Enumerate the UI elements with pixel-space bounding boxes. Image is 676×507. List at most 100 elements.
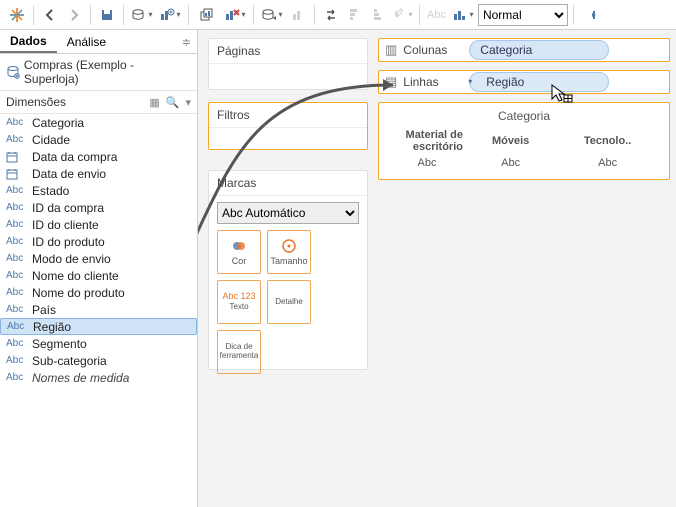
- duplicate-sheet-icon[interactable]: [194, 4, 220, 26]
- sort-asc-icon[interactable]: [344, 4, 366, 26]
- autoupdate-icon[interactable]: ▾: [259, 4, 285, 26]
- abc-icon: Abc: [6, 270, 26, 281]
- rows-pill-regiao[interactable]: ▾Região: [469, 72, 609, 92]
- abc-icon: Abc: [6, 253, 26, 264]
- abc-icon: Abc: [6, 304, 26, 315]
- abc-icon: Abc: [6, 117, 26, 128]
- field-nome-do-cliente[interactable]: Abc Nome do cliente: [0, 267, 197, 284]
- abc-icon: Abc: [6, 355, 26, 366]
- field-estado[interactable]: Abc Estado: [0, 182, 197, 199]
- attach-icon[interactable]: ▾: [392, 4, 414, 26]
- marks-type-select[interactable]: Abc Automático: [217, 202, 359, 224]
- field-label: Estado: [32, 184, 69, 198]
- labels-icon[interactable]: Abc: [425, 4, 448, 26]
- field-id-do-cliente[interactable]: AbcID do cliente: [0, 216, 197, 233]
- data-pane: Dados Análise ≑ Compras (Exemplo - Super…: [0, 30, 198, 507]
- gear-icon[interactable]: ≑: [182, 36, 191, 49]
- field-label: Data da compra: [32, 150, 117, 164]
- view-preview: Categoria Material de escritório Móveis …: [378, 102, 670, 180]
- field-regi-o[interactable]: AbcRegião: [0, 318, 197, 335]
- clear-sheet-icon[interactable]: ▾: [222, 4, 248, 26]
- field-segmento[interactable]: Abc Segmento: [0, 335, 197, 352]
- crosstab-corner: Material de escritório: [387, 127, 467, 155]
- new-worksheet-icon[interactable]: ▾: [157, 4, 183, 26]
- columns-label: Colunas: [403, 43, 463, 57]
- rows-shelf[interactable]: ▤ Linhas ▾Região: [378, 70, 670, 94]
- abc-icon: Abc: [6, 185, 26, 196]
- back-icon[interactable]: [39, 4, 61, 26]
- field-label: Nomes de medida: [32, 371, 129, 385]
- run-update-icon[interactable]: [287, 4, 309, 26]
- new-datasource-icon[interactable]: ▾: [129, 4, 155, 26]
- calendar-icon: [6, 168, 26, 180]
- field-label: ID da compra: [32, 201, 104, 215]
- field-data-da-compra[interactable]: Data da compra: [0, 148, 197, 165]
- field-nome-do-produto[interactable]: AbcNome do produto: [0, 284, 197, 301]
- view-grid-icon[interactable]: ▦: [149, 96, 159, 109]
- crosstab-h2: Tecnolo..: [554, 127, 661, 155]
- field-sub-categoria[interactable]: Abc Sub-categoria: [0, 352, 197, 369]
- field-label: Nome do cliente: [32, 269, 119, 283]
- abc-icon: Abc: [6, 372, 26, 383]
- forward-icon[interactable]: [63, 4, 85, 26]
- dimensions-label: Dimensões: [6, 95, 66, 109]
- search-icon[interactable]: 🔍: [166, 96, 180, 109]
- field-list: AbcCategoriaAbcCidade Data da compraData …: [0, 114, 197, 386]
- mark-size-label: Tamanho: [270, 256, 307, 266]
- calendar-icon: [6, 151, 26, 163]
- side-tabs: Dados Análise ≑: [0, 30, 197, 54]
- field-modo-de-envio[interactable]: Abc Modo de envio: [0, 250, 197, 267]
- pin-icon[interactable]: [579, 4, 601, 26]
- mark-size[interactable]: Tamanho: [267, 230, 311, 274]
- pages-title: Páginas: [209, 39, 367, 64]
- columns-shelf[interactable]: ▥ Colunas Categoria: [378, 38, 670, 62]
- marks-card: Marcas Abc Automático Cor Tamanho Abc 12…: [208, 170, 368, 370]
- crosstab-ph-0: Abc: [387, 155, 467, 171]
- datasource-icon: [6, 65, 20, 79]
- field-pa-s[interactable]: Abc País: [0, 301, 197, 318]
- rows-label: Linhas: [403, 75, 463, 89]
- mark-color-label: Cor: [232, 256, 247, 266]
- field-id-do-produto[interactable]: AbcID do produto: [0, 233, 197, 250]
- field-categoria[interactable]: AbcCategoria: [0, 114, 197, 131]
- swap-icon[interactable]: [320, 4, 342, 26]
- fit-select[interactable]: Normal: [478, 4, 568, 26]
- tableau-logo-icon[interactable]: [6, 4, 28, 26]
- abc-icon: Abc: [6, 287, 26, 298]
- fit-icon[interactable]: ▾: [450, 4, 476, 26]
- columns-pill-categoria[interactable]: Categoria: [469, 40, 609, 60]
- worksheet-canvas: Páginas Filtros Marcas Abc Automático Co…: [198, 30, 676, 507]
- rows-icon: ▤: [385, 74, 397, 90]
- save-icon[interactable]: [96, 4, 118, 26]
- field-label: País: [32, 303, 56, 317]
- field-label: Sub-categoria: [32, 354, 107, 368]
- filters-shelf[interactable]: Filtros: [208, 102, 368, 150]
- field-id-da-compra[interactable]: Abc ID da compra: [0, 199, 197, 216]
- mark-text-label: Texto: [229, 303, 248, 312]
- abc-icon: Abc: [6, 219, 26, 230]
- tab-data[interactable]: Dados: [0, 30, 57, 53]
- mark-text[interactable]: Abc 123 Texto: [217, 280, 261, 324]
- field-label: Região: [33, 320, 71, 334]
- abc-icon: Abc: [6, 202, 26, 213]
- marks-title: Marcas: [209, 171, 367, 196]
- field-data-de-envio[interactable]: Data de envio: [0, 165, 197, 182]
- mark-color[interactable]: Cor: [217, 230, 261, 274]
- toolbar: ▾ ▾ ▾ ▾ ▾ Abc ▾ Normal: [0, 0, 676, 30]
- field-cidade[interactable]: AbcCidade: [0, 131, 197, 148]
- crosstab-ph-2: Abc: [554, 155, 661, 171]
- sort-desc-icon[interactable]: [368, 4, 390, 26]
- field-label: Segmento: [32, 337, 87, 351]
- field-label: Modo de envio: [32, 252, 111, 266]
- datasource-row[interactable]: Compras (Exemplo - Superloja): [0, 54, 197, 91]
- menu-icon[interactable]: ▾: [185, 96, 191, 109]
- field-nomes-de-medida[interactable]: Abc Nomes de medida: [0, 369, 197, 386]
- pages-shelf[interactable]: Páginas: [208, 38, 368, 90]
- abc-icon: Abc: [6, 338, 26, 349]
- mark-detail[interactable]: Detalhe: [267, 280, 311, 324]
- mark-tooltip[interactable]: Dica de ferramenta: [217, 330, 261, 374]
- columns-icon: ▥: [385, 42, 397, 58]
- field-label: ID do produto: [32, 235, 105, 249]
- tab-analysis-label: Análise: [67, 35, 106, 49]
- tab-analysis[interactable]: Análise ≑: [57, 30, 197, 53]
